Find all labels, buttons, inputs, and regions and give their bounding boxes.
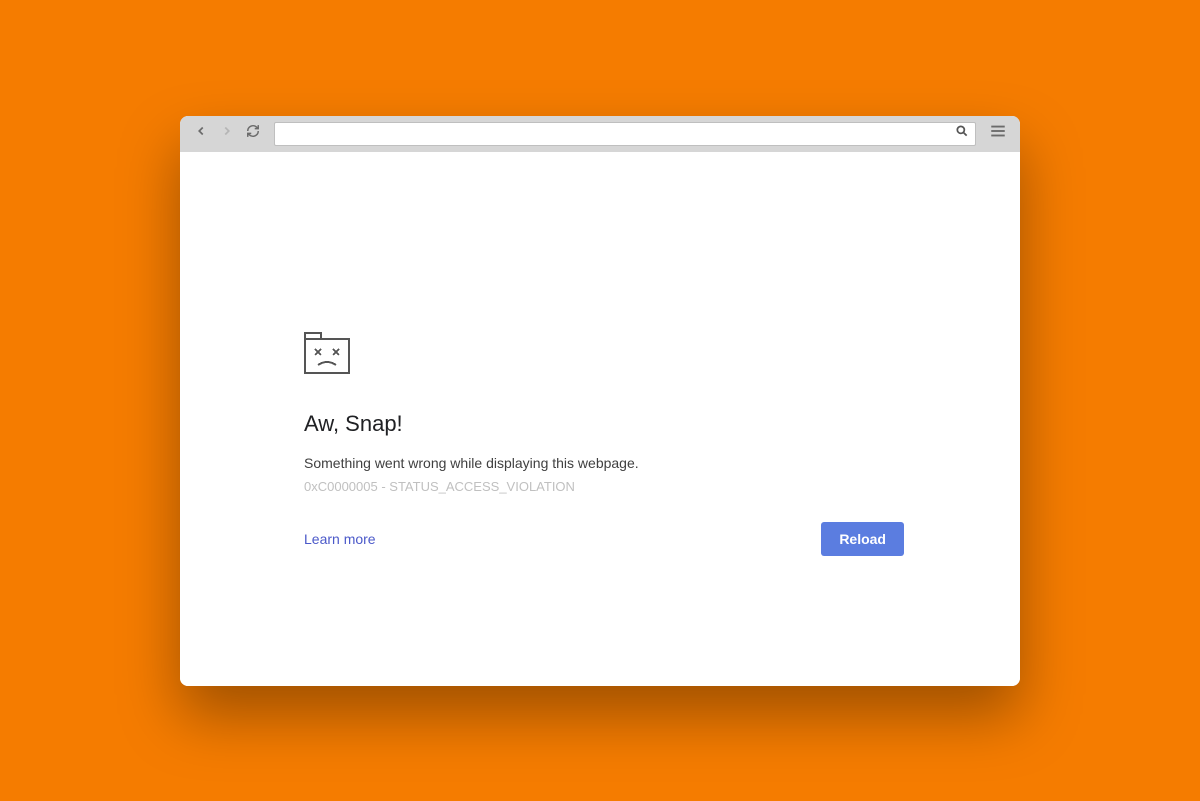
reload-toolbar-button[interactable]: [242, 122, 264, 146]
error-panel: Aw, Snap! Something went wrong while dis…: [304, 332, 904, 556]
address-input[interactable]: [281, 127, 955, 141]
sad-folder-icon: [304, 332, 904, 379]
page-content: Aw, Snap! Something went wrong while dis…: [180, 152, 1020, 686]
reload-button[interactable]: Reload: [821, 522, 904, 556]
search-icon[interactable]: [955, 124, 969, 143]
learn-more-link[interactable]: Learn more: [304, 531, 376, 547]
reload-icon: [246, 124, 260, 143]
error-code: 0xC0000005 - STATUS_ACCESS_VIOLATION: [304, 479, 904, 494]
browser-window: Aw, Snap! Something went wrong while dis…: [180, 116, 1020, 686]
error-actions: Learn more Reload: [304, 522, 904, 556]
chevron-left-icon: [194, 124, 208, 143]
chevron-right-icon: [220, 124, 234, 143]
error-message: Something went wrong while displaying th…: [304, 455, 904, 471]
hamburger-icon: [989, 122, 1007, 145]
address-bar[interactable]: [274, 122, 976, 146]
error-title: Aw, Snap!: [304, 411, 904, 437]
menu-button[interactable]: [986, 122, 1010, 146]
forward-button[interactable]: [216, 122, 238, 146]
browser-toolbar: [180, 116, 1020, 152]
back-button[interactable]: [190, 122, 212, 146]
